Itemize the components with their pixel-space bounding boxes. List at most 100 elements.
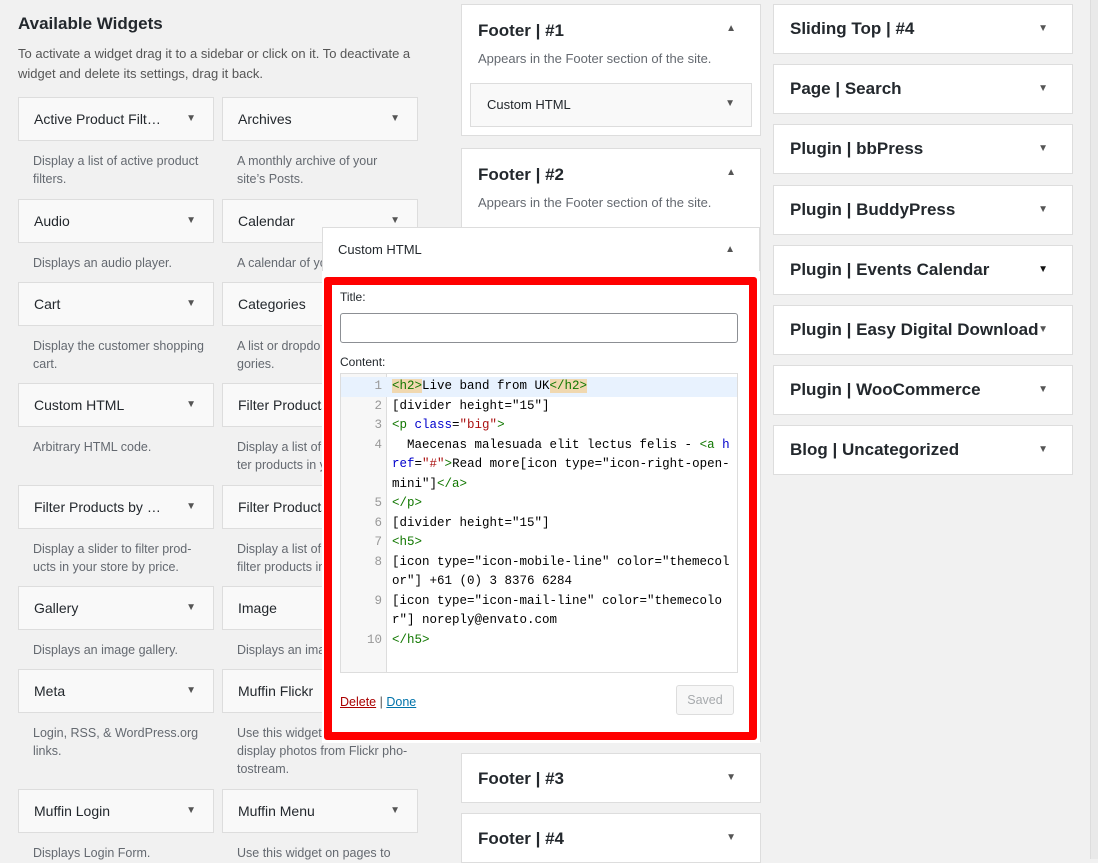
sidebar-title: Plugin | bbPress — [790, 139, 924, 159]
code-text: <h2>Live band from UK</h2> — [387, 377, 732, 397]
collapse-arrow-icon[interactable]: ▲ — [725, 228, 735, 272]
sidebar-item[interactable]: Plugin | bbPress ▼ — [773, 124, 1073, 175]
sidebar-item[interactable]: Plugin | WooCommerce ▼ — [773, 365, 1073, 416]
delete-link[interactable]: Delete — [340, 695, 376, 709]
chevron-down-icon[interactable]: ▼ — [186, 486, 196, 528]
chevron-down-icon[interactable]: ▼ — [1038, 324, 1048, 335]
code-text: Maecenas malesuada elit lectus felis - <… — [387, 436, 732, 495]
code-line[interactable]: 5 </p> — [341, 494, 737, 514]
done-link[interactable]: Done — [386, 695, 416, 709]
sidebar-title[interactable]: Footer | #1 — [478, 21, 564, 41]
chevron-down-icon[interactable]: ▼ — [1038, 384, 1048, 395]
custom-html-widget-header[interactable]: Custom HTML ▲ — [322, 227, 760, 272]
chevron-down-icon[interactable]: ▼ — [186, 98, 196, 140]
code-token: </a> — [437, 476, 468, 491]
chevron-down-icon[interactable]: ▼ — [1038, 23, 1048, 34]
sidebar-title: Plugin | Events Calendar — [790, 259, 990, 279]
code-token: = — [452, 418, 460, 432]
sidebar-title[interactable]: Footer | #2 — [478, 165, 564, 185]
widget-item[interactable]: Audio ▼ — [18, 199, 214, 243]
widget-title: Custom HTML — [487, 97, 571, 112]
code-token: = — [414, 457, 423, 471]
code-line[interactable]: 6 [divider height="15"] — [341, 514, 737, 534]
code-line[interactable]: 3 <p class="big"> — [341, 416, 737, 436]
widget-item[interactable]: Gallery ▼ — [18, 586, 214, 630]
widget-description: Display a list of active product filters… — [33, 154, 199, 186]
scrollbar[interactable] — [1090, 0, 1098, 859]
chevron-down-icon[interactable]: ▼ — [186, 384, 196, 426]
widget-item[interactable]: Filter Products by … ▼ — [18, 485, 214, 529]
chevron-down-icon[interactable]: ▼ — [725, 98, 735, 109]
chevron-down-icon[interactable]: ▼ — [1038, 204, 1048, 215]
line-number: 4 — [374, 437, 382, 452]
line-number: 2 — [374, 398, 382, 413]
sidebar-title: Plugin | Easy Digital Download — [790, 320, 1039, 339]
code-line[interactable]: 7 <h5> — [341, 533, 737, 553]
code-token: <p — [392, 418, 415, 432]
sidebar-title: Footer | #3 — [478, 769, 564, 788]
code-token: <h5> — [392, 535, 423, 549]
code-line[interactable]: 9 [icon type="icon-mail-line" color="them… — [341, 592, 737, 631]
widget-item[interactable]: Muffin Menu ▼ — [222, 789, 418, 833]
code-text: [divider height="15"] — [387, 397, 732, 417]
code-text: [icon type="icon-mobile-line" color="the… — [387, 553, 732, 592]
sidebar-footer-3[interactable]: Footer | #3 ▼ — [461, 753, 761, 803]
chevron-down-icon[interactable]: ▼ — [390, 98, 400, 140]
chevron-down-icon[interactable]: ▼ — [186, 670, 196, 712]
code-line[interactable]: 8 [icon type="icon-mobile-line" color="th… — [341, 553, 737, 592]
line-number: 9 — [374, 593, 382, 608]
sidebar-item[interactable]: Plugin | Easy Digital Download ▼ — [773, 305, 1073, 355]
widget-item[interactable]: Cart ▼ — [18, 282, 214, 326]
sidebar-item[interactable]: Page | Search ▼ — [773, 64, 1073, 115]
code-token: <a — [699, 437, 723, 452]
code-token: <h2> — [392, 379, 423, 393]
chevron-down-icon[interactable]: ▼ — [1038, 83, 1048, 94]
chevron-down-icon[interactable]: ▼ — [186, 790, 196, 832]
code-line[interactable]: 4 Maecenas malesuada elit lectus felis -… — [341, 436, 737, 495]
code-token: [icon type="icon-mobile-line" color="the… — [392, 554, 730, 589]
widget-item[interactable]: Active Product Filt… ▼ — [18, 97, 214, 141]
widget-description: Arbitrary HTML code. — [33, 440, 152, 454]
sidebar-title: Plugin | WooCommerce — [790, 380, 981, 400]
sidebar-item[interactable]: Plugin | Events Calendar ▼ — [773, 244, 1073, 295]
sidebar-footer-4[interactable]: Footer | #4 ▼ — [461, 813, 761, 863]
code-token: [divider height="15"] — [392, 515, 550, 530]
chevron-down-icon[interactable]: ▼ — [1038, 444, 1048, 455]
code-line[interactable]: 1 <h2>Live band from UK</h2> — [341, 377, 737, 397]
chevron-down-icon[interactable]: ▼ — [186, 283, 196, 325]
sidebar-item[interactable]: Sliding Top | #4 ▼ — [773, 4, 1073, 54]
code-text: </p> — [387, 494, 732, 514]
widget-item[interactable]: Custom HTML ▼ — [18, 383, 214, 427]
sidebar-title: Footer | #4 — [478, 829, 564, 848]
collapse-arrow-icon[interactable]: ▲ — [726, 23, 736, 34]
widget-title: Custom HTML — [338, 242, 422, 257]
widget-description: Displays Login Form. — [33, 846, 151, 860]
sidebar-item[interactable]: Blog | Uncategorized ▼ — [773, 425, 1073, 476]
widget-custom-html[interactable]: Custom HTML ▼ — [470, 83, 752, 127]
chevron-down-icon[interactable]: ▼ — [390, 790, 400, 832]
code-editor[interactable]: 1 <h2>Live band from UK</h2> 2 [divider hei… — [340, 373, 738, 673]
chevron-down-icon[interactable]: ▼ — [726, 772, 736, 783]
widget-title: Muffin Flickr — [238, 683, 314, 699]
widget-item[interactable]: Muffin Login ▼ — [18, 789, 214, 833]
widget-title: Muffin Menu — [238, 803, 315, 819]
code-text: <h5> — [387, 533, 732, 553]
code-line[interactable]: 10 </h5> — [341, 631, 737, 651]
code-text: </h5> — [387, 631, 732, 651]
chevron-down-icon[interactable]: ▼ — [1038, 264, 1048, 275]
collapse-arrow-icon[interactable]: ▲ — [726, 167, 736, 178]
saved-button[interactable]: Saved — [676, 685, 734, 715]
sidebar-item[interactable]: Plugin | BuddyPress ▼ — [773, 184, 1073, 235]
chevron-down-icon[interactable]: ▼ — [1038, 143, 1048, 154]
chevron-down-icon[interactable]: ▼ — [186, 587, 196, 629]
chevron-down-icon[interactable]: ▼ — [186, 200, 196, 242]
widget-item[interactable]: Meta ▼ — [18, 669, 214, 713]
code-line[interactable]: 2 [divider height="15"] — [341, 397, 737, 417]
widget-item[interactable]: Archives ▼ — [222, 97, 418, 141]
sidebar-title: Sliding Top | #4 — [790, 19, 915, 38]
title-input[interactable] — [340, 313, 738, 343]
code-text: [divider height="15"] — [387, 514, 732, 534]
code-text: [icon type="icon-mail-line" color="theme… — [387, 592, 732, 631]
chevron-down-icon[interactable]: ▼ — [726, 832, 736, 843]
code-token: Maecenas malesuada elit lectus felis - — [392, 437, 700, 452]
